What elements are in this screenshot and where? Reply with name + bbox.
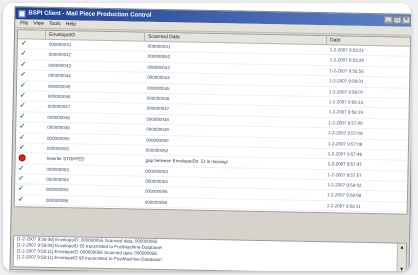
date-cell: 1-2-2007 9:57:09 — [328, 130, 363, 137]
scanned-data-cell: 000000044 — [147, 74, 170, 81]
date-cell: 1-2-2007 9:56:19 — [328, 109, 363, 116]
date-cell: 1-2-2007 9:57:57 — [327, 171, 362, 178]
scanned-data-cell: 000000053 — [145, 168, 169, 174]
check-icon: ✓ — [19, 123, 26, 131]
envelope-id-cell: 000000047 — [47, 104, 71, 110]
date-cell: 1-2-2007 9:58:02 — [327, 182, 362, 188]
date-cell: 1-2-2007 9:53:29 — [329, 57, 364, 64]
envelope-id-cell: 000000045 — [47, 83, 71, 89]
envelope-id-cell: 000000041 — [48, 41, 72, 48]
stop-icon — [18, 154, 26, 162]
scanned-data-cell: 000000056 — [144, 199, 168, 206]
check-icon: ✓ — [18, 175, 25, 183]
date-cell: 1-2-2007 9:57:47 — [327, 161, 362, 168]
table-body: ✓ 000000041 000000041 1-2-2007 9:53:21 ✓ 0000… — [14, 39, 410, 214]
envelope-id-cell: 000000044 — [48, 73, 71, 79]
check-icon: ✓ — [18, 144, 25, 152]
scanned-data-cell: 000000046 — [146, 95, 170, 102]
scanned-data-cell: 000000054 — [145, 178, 168, 185]
date-cell: 1-2-2007 9:56:07 — [328, 88, 364, 95]
date-cell: 1-2-2007 9:55:55 — [329, 68, 364, 74]
scanned-data-cell: 000000043 — [147, 64, 171, 70]
close-button[interactable]: × — [402, 16, 411, 24]
check-icon: ✓ — [19, 113, 26, 121]
envelope-id-cell: Inserter STOPPED — [46, 156, 85, 162]
check-icon: ✓ — [17, 196, 24, 204]
scanned-data-cell: 000000042 — [147, 54, 171, 60]
app-window: BSPI Client - Mail Piece Production Cont… — [9, 6, 411, 271]
envelope-id-cell: 000000042 — [48, 52, 72, 58]
production-table: EnvelopeID Scanned Data Date ✓ 000000041 0… — [13, 29, 411, 215]
check-icon: ✓ — [20, 61, 27, 69]
check-icon: ✓ — [20, 50, 27, 58]
app-icon — [18, 9, 26, 17]
scanned-data-cell: 000000049 — [146, 126, 169, 133]
menu-tools[interactable]: Tools — [49, 21, 61, 27]
date-cell: 1-2-2007 9:57:46 — [327, 151, 363, 157]
envelope-id-cell: 000000043 — [48, 62, 72, 69]
envelope-id-cell: 000000049 — [47, 124, 70, 131]
photo-frame: BSPI Client - Mail Piece Production Cont… — [3, 3, 411, 271]
scanned-data-cell: 000000055 — [144, 189, 168, 195]
envelope-id-cell: 000000050 — [47, 135, 70, 141]
envelope-id-cell: 000000055 — [46, 187, 69, 193]
header-date[interactable]: Date — [327, 36, 410, 46]
date-cell: 1-2-2007 9:58:08 — [326, 192, 362, 199]
maximize-button[interactable]: □ — [393, 16, 402, 24]
check-icon: ✓ — [20, 71, 27, 79]
envelope-id-cell: 000000052 — [46, 145, 70, 152]
check-icon: ✓ — [18, 164, 25, 173]
scanned-data-cell: 000000048 — [146, 116, 170, 122]
scanned-data-cell: 000000047 — [146, 106, 170, 112]
check-icon: ✓ — [17, 185, 24, 193]
scanned-data-cell: 000000052 — [145, 147, 169, 154]
scroll-down-icon[interactable]: ▼ — [399, 267, 405, 271]
window-title: BSPI Client - Mail Piece Production Cont… — [28, 10, 152, 19]
check-icon: ✓ — [18, 133, 25, 141]
envelope-id-cell: 000000054 — [46, 176, 69, 183]
check-icon: ✓ — [19, 81, 26, 89]
menu-view[interactable]: View — [33, 21, 44, 27]
check-icon: ✓ — [20, 40, 27, 48]
date-cell: 1-2-2007 9:56:01 — [329, 78, 364, 85]
row-status-cell — [18, 154, 29, 164]
envelope-id-cell: 000000048 — [47, 114, 71, 121]
date-cell: 1-2-2007 9:56:13 — [328, 99, 364, 105]
date-cell: 1-2-2007 9:58:11 — [326, 203, 361, 209]
scanned-data-cell: 000000045 — [146, 85, 170, 91]
window-controls: _ □ × — [384, 16, 411, 24]
log-lines: [1-2-2007 9:58:08] EnvelopeID: 000000055… — [14, 236, 406, 268]
menu-help[interactable]: Help — [66, 21, 76, 27]
date-cell: 1-2-2007 9:57:09 — [327, 140, 363, 147]
check-icon: ✓ — [19, 92, 26, 100]
header-status[interactable] — [17, 30, 47, 39]
scanned-data-cell: 000000050 — [145, 137, 169, 143]
menu-file[interactable]: File — [20, 20, 28, 26]
scroll-up-icon[interactable]: ▲ — [399, 245, 405, 251]
check-icon: ✓ — [19, 102, 26, 110]
envelope-id-cell: 000000046 — [47, 93, 71, 100]
minimize-button[interactable]: _ — [384, 16, 393, 24]
date-cell: 1-2-2007 9:53:21 — [329, 47, 365, 53]
envelope-id-cell: 000000053 — [46, 166, 70, 172]
scanned-data-cell: gap between EnvelopeIDs: 51 is missing! — [145, 158, 228, 165]
scanned-data-cell: 000000041 — [147, 43, 171, 50]
envelope-id-cell: 000000056 — [45, 197, 69, 204]
date-cell: 1-2-2007 9:57:00 — [328, 119, 363, 126]
log-scrollbar[interactable]: ▲ ▼ — [396, 243, 407, 271]
